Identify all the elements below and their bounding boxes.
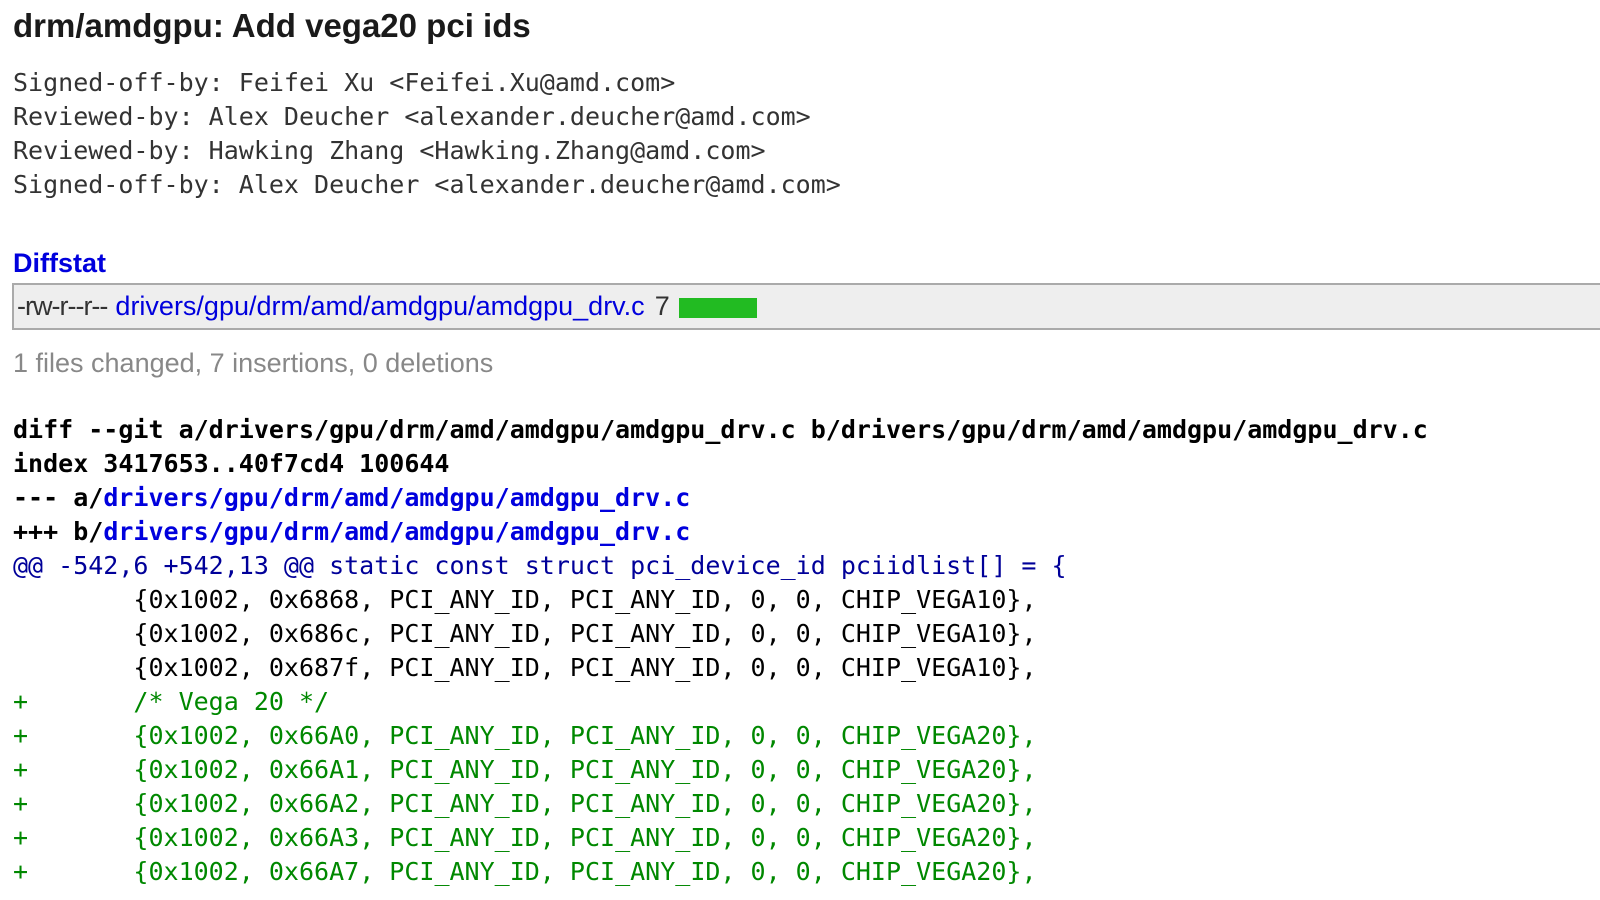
diff-added-line: + {0x1002, 0x66A3, PCI_ANY_ID, PCI_ANY_I… [13,823,1037,852]
diff-new-file-line: +++ b/drivers/gpu/drm/amd/amdgpu/amdgpu_… [13,515,1600,549]
diff-added-line: + {0x1002, 0x66A2, PCI_ANY_ID, PCI_ANY_I… [13,789,1037,818]
diff-view: diff --git a/drivers/gpu/drm/amd/amdgpu/… [13,413,1600,889]
diff-new-prefix: +++ b/ [13,517,104,546]
change-count: 7 [654,291,670,321]
diffstat-graph [678,297,757,318]
insertions-bar [678,297,757,318]
commit-message: Signed-off-by: Feifei Xu <Feifei.Xu@amd.… [13,66,841,202]
diffstat-header-link[interactable]: Diffstat [13,246,106,280]
commit-message-line: Reviewed-by: Hawking Zhang <Hawking.Zhan… [13,136,766,165]
commit-message-line: Signed-off-by: Feifei Xu <Feifei.Xu@amd.… [13,68,676,97]
diff-index-line: index 3417653..40f7cd4 100644 [13,449,450,478]
diff-context-line: {0x1002, 0x687f, PCI_ANY_ID, PCI_ANY_ID,… [13,653,1037,682]
diffstat-table: -rw-r--r-- drivers/gpu/drm/amd/amdgpu/am… [12,283,1600,330]
commit-title: drm/amdgpu: Add vega20 pci ids [13,7,531,44]
diff-old-file-link[interactable]: drivers/gpu/drm/amd/amdgpu/amdgpu_drv.c [103,483,690,512]
commit-message-line: Reviewed-by: Alex Deucher <alexander.deu… [13,102,811,131]
diffstat-summary: 1 files changed, 7 insertions, 0 deletio… [13,348,494,378]
diff-old-file-line: --- a/drivers/gpu/drm/amd/amdgpu/amdgpu_… [13,481,1600,515]
file-mode: -rw-r--r-- [17,291,108,321]
diff-context-line: {0x1002, 0x6868, PCI_ANY_ID, PCI_ANY_ID,… [13,585,1037,614]
diff-added-line: + {0x1002, 0x66A7, PCI_ANY_ID, PCI_ANY_I… [13,857,1037,886]
diff-added-line: + {0x1002, 0x66A1, PCI_ANY_ID, PCI_ANY_I… [13,755,1037,784]
commit-message-line: Signed-off-by: Alex Deucher <alexander.d… [13,170,841,199]
diff-old-prefix: --- a/ [13,483,104,512]
diff-added-line: + {0x1002, 0x66A0, PCI_ANY_ID, PCI_ANY_I… [13,721,1037,750]
diffstat-file-link[interactable]: drivers/gpu/drm/amd/amdgpu/amdgpu_drv.c [115,291,644,322]
diff-new-file-link[interactable]: drivers/gpu/drm/amd/amdgpu/amdgpu_drv.c [103,517,690,546]
diff-hunk-header: @@ -542,6 +542,13 @@ static const struct… [13,551,1067,580]
diff-lines: {0x1002, 0x6868, PCI_ANY_ID, PCI_ANY_ID,… [13,583,1600,889]
diff-added-line: + /* Vega 20 */ [13,687,330,716]
diff-git-line: diff --git a/drivers/gpu/drm/amd/amdgpu/… [13,415,1428,444]
diff-context-line: {0x1002, 0x686c, PCI_ANY_ID, PCI_ANY_ID,… [13,619,1037,648]
